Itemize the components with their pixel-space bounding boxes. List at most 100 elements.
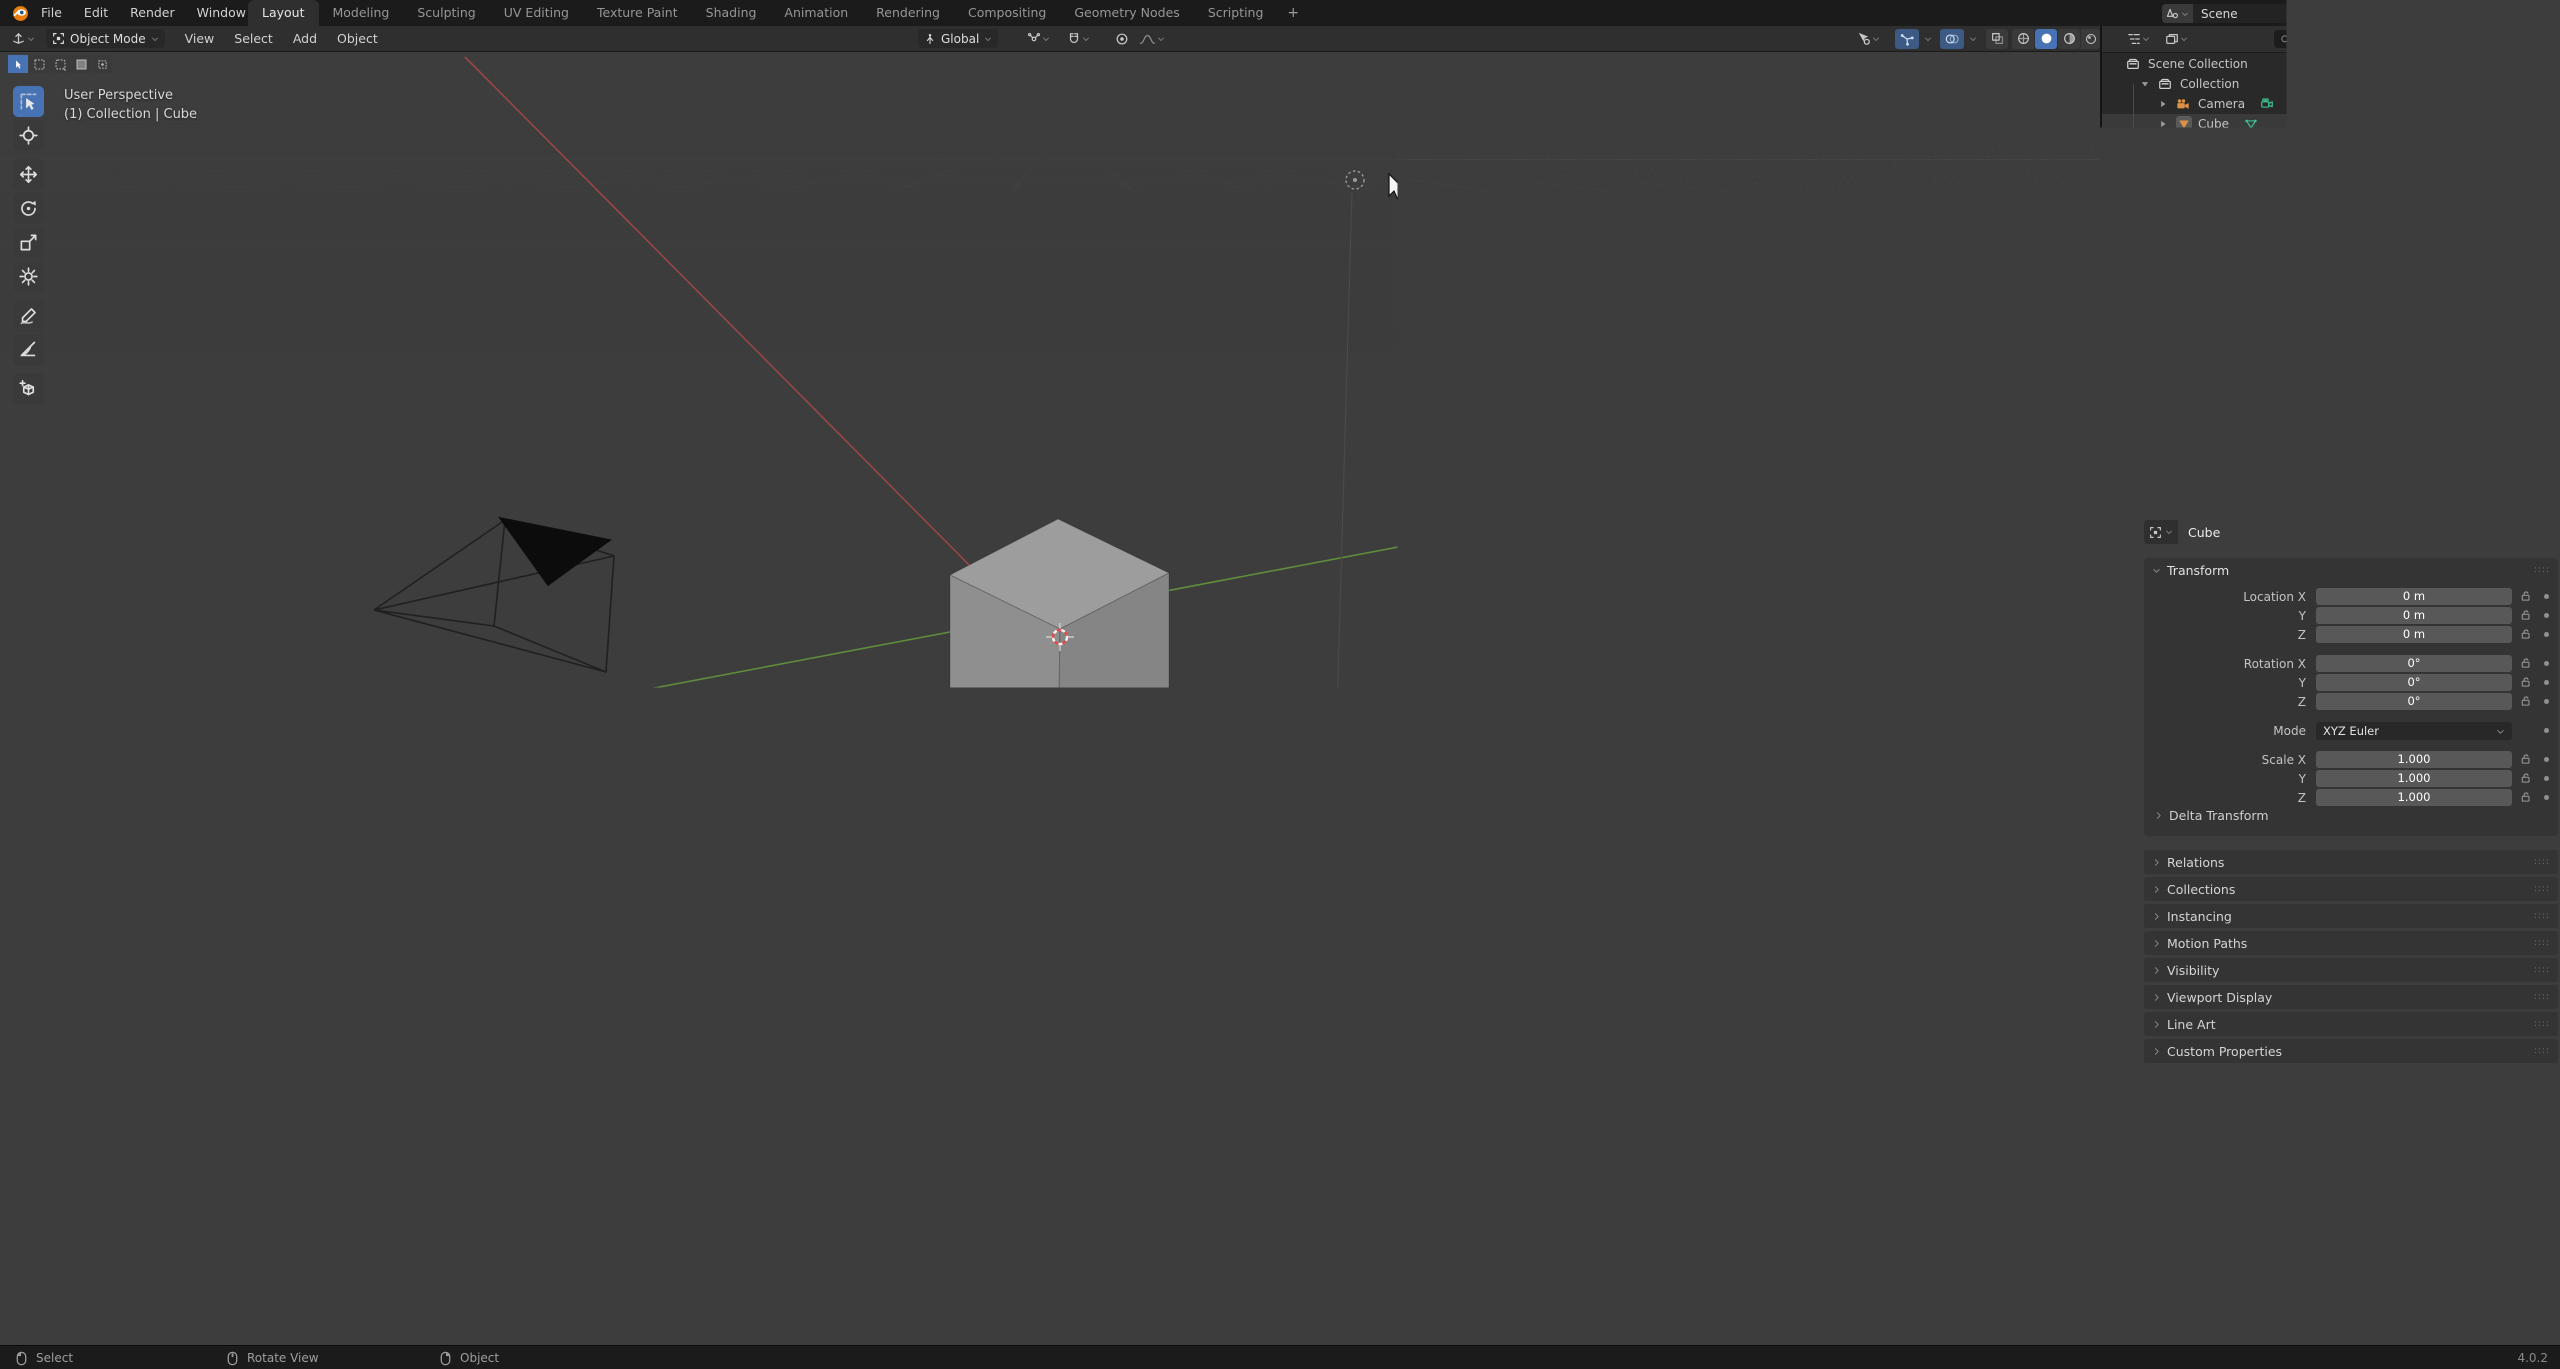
playhead-label[interactable]: 1 (66, 1276, 90, 1292)
tool-select-box[interactable] (13, 86, 44, 117)
workspace-tab-compositing[interactable]: Compositing (954, 0, 1060, 26)
proportional-editing-icon[interactable] (1112, 29, 1132, 49)
viewport-3d[interactable]: User Perspective (1) Collection | Cube Z… (0, 52, 2100, 1247)
workspace-tab-scripting[interactable]: Scripting (1194, 0, 1278, 26)
lock-icon[interactable] (2520, 609, 2532, 621)
workspace-tab-modeling[interactable]: Modeling (319, 0, 404, 26)
remove-viewlayer-button[interactable] (2535, 9, 2554, 18)
options-popover-button[interactable]: Options (2038, 57, 2100, 75)
animate-dot[interactable] (2544, 613, 2549, 618)
source-dropdown[interactable]: Material Index (1955, 341, 2077, 359)
light-object[interactable] (1346, 171, 1364, 189)
animate-dot[interactable] (2544, 680, 2549, 685)
outliner-row-scene-collection[interactable]: Scene Collection (2102, 54, 2560, 74)
lock-icon[interactable] (2520, 628, 2532, 640)
outliner-row-camera[interactable]: Camera (2102, 94, 2560, 114)
outliner-item-label[interactable]: Camera (2198, 97, 2245, 111)
target-dropdown[interactable]: Vertex Colors (1955, 414, 2077, 432)
properties-tab-collection[interactable] (2102, 720, 2142, 748)
new-collection-button[interactable] (2534, 29, 2554, 49)
pin-icon[interactable] (2298, 8, 2317, 19)
record-button[interactable] (962, 1253, 1003, 1272)
animate-dot[interactable] (2544, 776, 2549, 781)
disclosure-right-icon[interactable] (2158, 139, 2168, 149)
properties-tab-scene[interactable] (2102, 650, 2142, 678)
scene-icon[interactable] (2162, 4, 2193, 23)
delta-transform-header[interactable]: Delta Transform (2154, 808, 2269, 823)
toggle-eye-icon[interactable] (2516, 78, 2529, 91)
properties-search[interactable] (2287, 462, 2399, 480)
navigation-gizmo[interactable]: Z Y X (1804, 84, 1894, 174)
filter-dropdown[interactable] (2500, 29, 2528, 49)
sidebar-panel-options[interactable]: Options:::: (1903, 110, 2083, 134)
lock-icon[interactable] (2520, 695, 2532, 707)
workspace-tab-sculpting[interactable]: Sculpting (403, 0, 489, 26)
proportional-falloff-dropdown[interactable] (1136, 29, 1168, 49)
timeline-menu-view[interactable]: View (208, 1255, 258, 1270)
editor-type-properties-icon[interactable] (2126, 462, 2156, 482)
panel-grip[interactable]: :::: (2534, 565, 2550, 575)
transport-play[interactable] (1074, 1253, 1095, 1272)
value-slider[interactable]: 0 m (2316, 626, 2512, 643)
outliner-item-label[interactable]: Scene Collection (2148, 57, 2248, 71)
value-slider[interactable]: 1.000 (2316, 751, 2512, 768)
checkbox-icon[interactable] (1914, 376, 1926, 389)
properties-tab-world[interactable] (2102, 678, 2142, 706)
outliner-row-cube[interactable]: Cube (2102, 114, 2560, 134)
tool-rotate[interactable] (13, 193, 44, 224)
shading-material-button[interactable] (2058, 29, 2080, 49)
transport-next-keyframe[interactable] (1096, 1253, 1117, 1272)
tool-transform[interactable] (13, 261, 44, 292)
outliner-item-label[interactable]: Cube (2198, 117, 2229, 131)
value-slider[interactable]: 1.000 (2316, 770, 2512, 787)
toggle-orthographic-button[interactable] (1857, 260, 1884, 287)
gizmo-x-neg-axis[interactable] (1822, 105, 1840, 123)
options-subpanel-header[interactable]: Options (1922, 311, 1985, 326)
tool-move[interactable] (13, 159, 44, 190)
properties-tab-data[interactable] (2102, 888, 2142, 916)
properties-tab-texture[interactable] (2102, 944, 2142, 972)
cube-object[interactable] (950, 519, 1169, 764)
channel-expand-icon[interactable]: ❯ (3, 1279, 12, 1292)
properties-panel-relations[interactable]: Relations:::: (2144, 850, 2558, 874)
editor-type-outliner-icon[interactable] (2124, 29, 2153, 49)
outliner-item-label[interactable]: Collection (2180, 77, 2239, 91)
timeline-ruler[interactable]: 1102030405060708090100110120130140150160… (0, 1275, 2100, 1298)
properties-panel-viewport-display[interactable]: Viewport Display:::: (2144, 985, 2558, 1009)
current-frame-field[interactable]: 1 (1835, 1253, 1900, 1270)
timeline-menu-playback[interactable]: Playback (46, 1255, 134, 1270)
properties-panel-motion-paths[interactable]: Motion Paths:::: (2144, 931, 2558, 955)
tool-measure[interactable] (13, 334, 44, 365)
end-frame-field[interactable]: End 250 (2023, 1253, 2096, 1271)
lock-icon[interactable] (2520, 676, 2532, 688)
value-slider[interactable]: 0 m (2316, 588, 2512, 605)
properties-tab-tool[interactable] (2102, 524, 2142, 552)
value-slider[interactable]: 0 m (2316, 607, 2512, 624)
rotation-mode-dropdown[interactable]: XYZ Euler (2316, 722, 2512, 740)
new-viewlayer-button[interactable] (2515, 4, 2535, 23)
viewlayer-name[interactable]: ViewLayer (2395, 7, 2515, 21)
sidebar-tab-item[interactable]: Item (2085, 80, 2100, 124)
tool-scale[interactable] (13, 227, 44, 258)
properties-panel-collections[interactable]: Collections:::: (2144, 877, 2558, 901)
outliner-row-collection[interactable]: Collection (2102, 74, 2560, 94)
show-overlays-toggle[interactable] (1940, 29, 1964, 49)
gizmo-z-neg-axis[interactable] (1836, 147, 1854, 165)
scene-selector[interactable]: Scene (2162, 4, 2356, 23)
workspace-tab-uv-editing[interactable]: UV Editing (490, 0, 583, 26)
animate-dot[interactable] (2544, 757, 2549, 762)
properties-tab-view-layer[interactable] (2102, 622, 2142, 650)
lock-icon[interactable] (2520, 772, 2532, 784)
animate-dot[interactable] (2544, 632, 2549, 637)
tool-cursor[interactable] (13, 120, 44, 151)
menu-window[interactable]: Window (186, 0, 257, 26)
pan-hand-button[interactable] (1857, 202, 1884, 229)
animate-dot[interactable] (2544, 661, 2549, 666)
add-workspace-button[interactable]: + (1277, 0, 1309, 26)
workspace-tab-rendering[interactable]: Rendering (862, 0, 954, 26)
viewport-menu-add[interactable]: Add (283, 26, 327, 51)
unlink-scene-button[interactable] (2337, 9, 2356, 18)
tool-add-cube[interactable] (13, 373, 44, 404)
bake-panel-header[interactable]: Bake to ID Map (1910, 169, 2020, 184)
lock-icon[interactable] (2520, 657, 2532, 669)
